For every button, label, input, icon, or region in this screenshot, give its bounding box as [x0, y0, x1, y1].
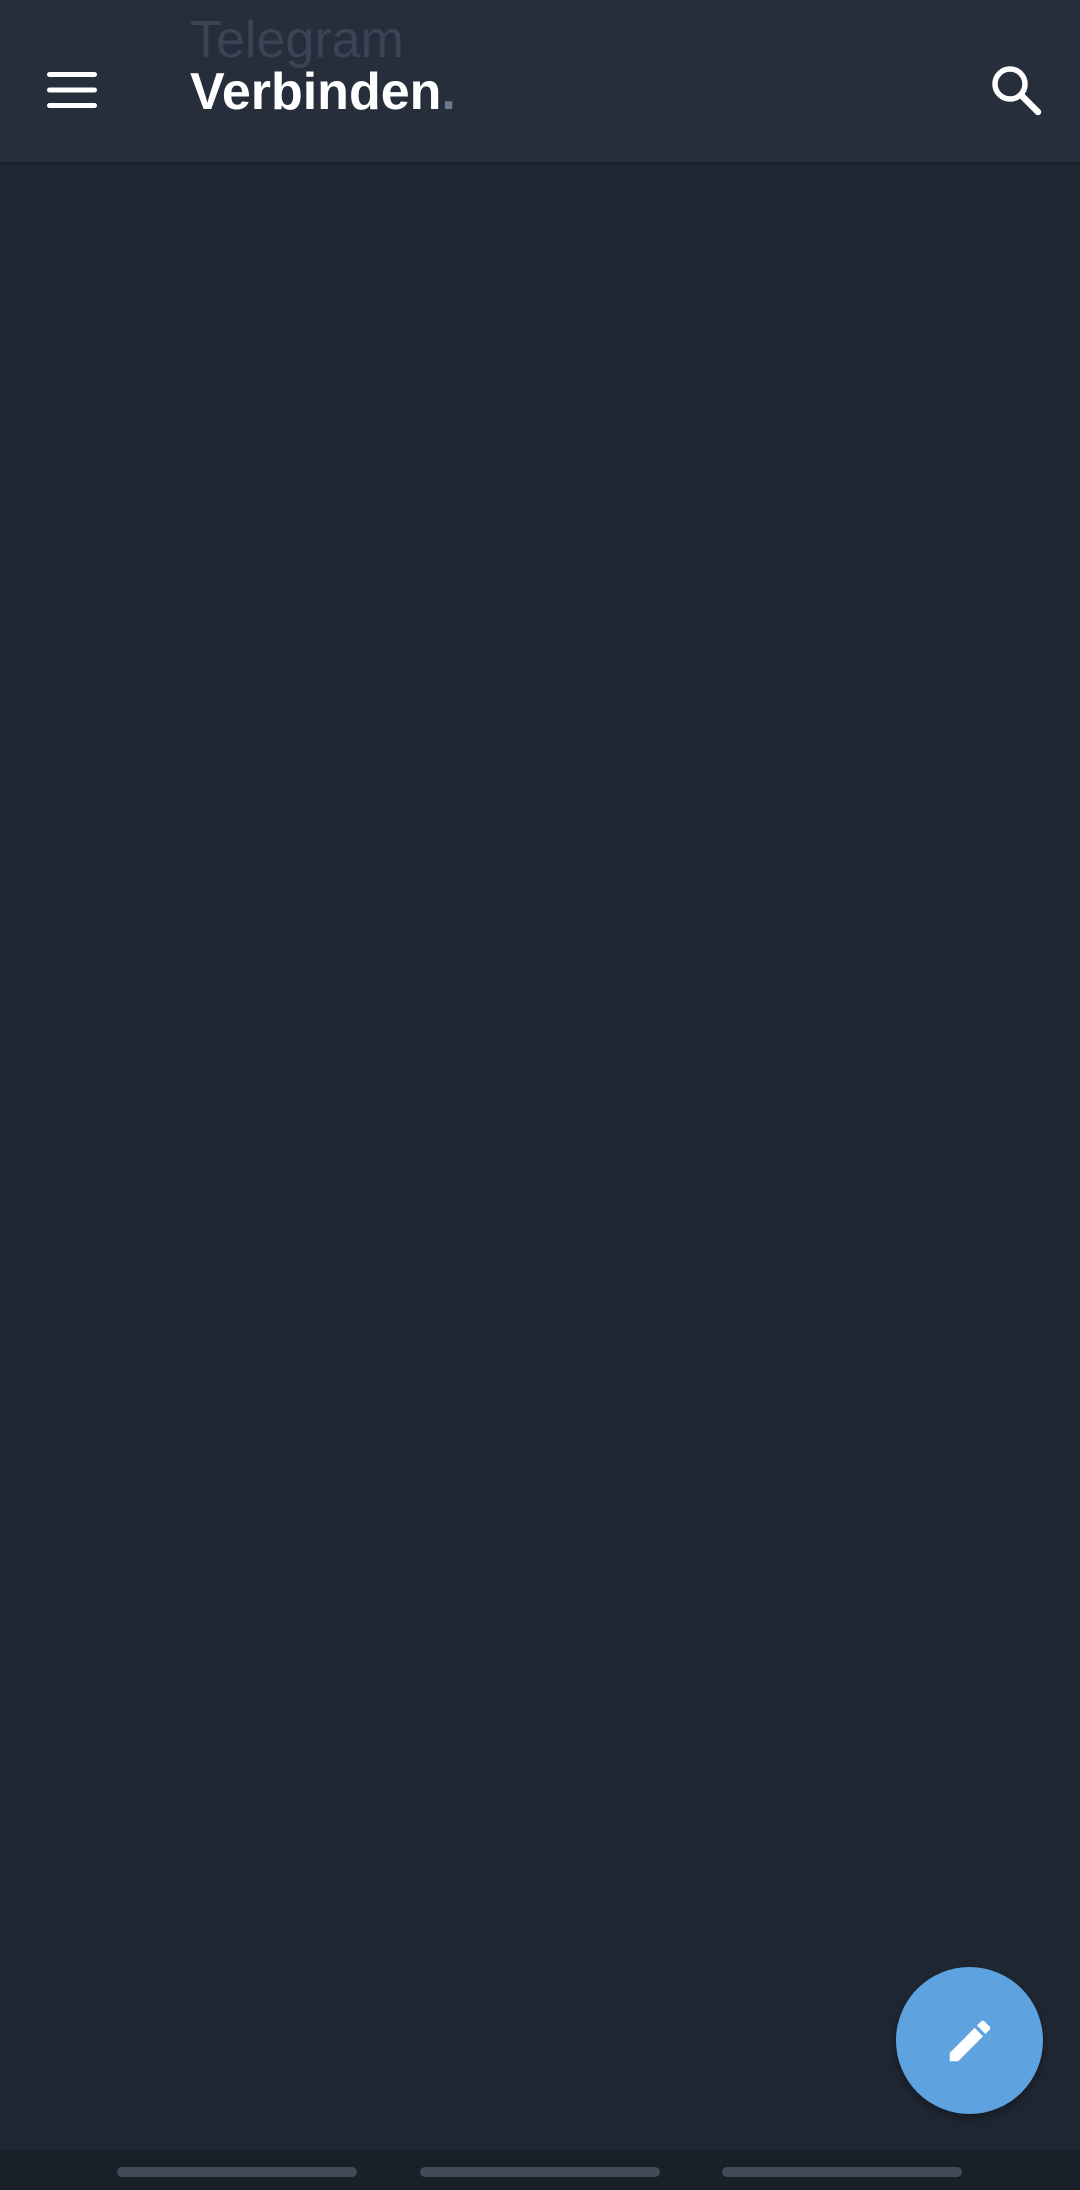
nav-handle-center[interactable] [420, 2167, 660, 2177]
nav-handle-right[interactable] [722, 2167, 962, 2177]
connection-progress-dots: . [441, 63, 456, 121]
nav-handle-left[interactable] [117, 2167, 357, 2177]
new-message-button[interactable] [896, 1967, 1043, 2114]
pencil-icon [949, 2020, 990, 2061]
connection-status-text: Verbinden [190, 63, 442, 121]
menu-button[interactable] [28, 46, 116, 134]
search-icon [992, 66, 1042, 116]
toolbar-title: Telegram Verbinden. [190, 0, 890, 162]
search-button[interactable] [972, 46, 1060, 134]
system-navigation-bar [0, 2150, 1080, 2190]
telegram-app: Telegram Verbinden. [0, 0, 1080, 2190]
chat-list[interactable] [0, 162, 1080, 2150]
hamburger-menu-icon [47, 72, 97, 108]
connection-status: Verbinden. [190, 60, 456, 124]
top-app-bar: Telegram Verbinden. [0, 0, 1080, 162]
